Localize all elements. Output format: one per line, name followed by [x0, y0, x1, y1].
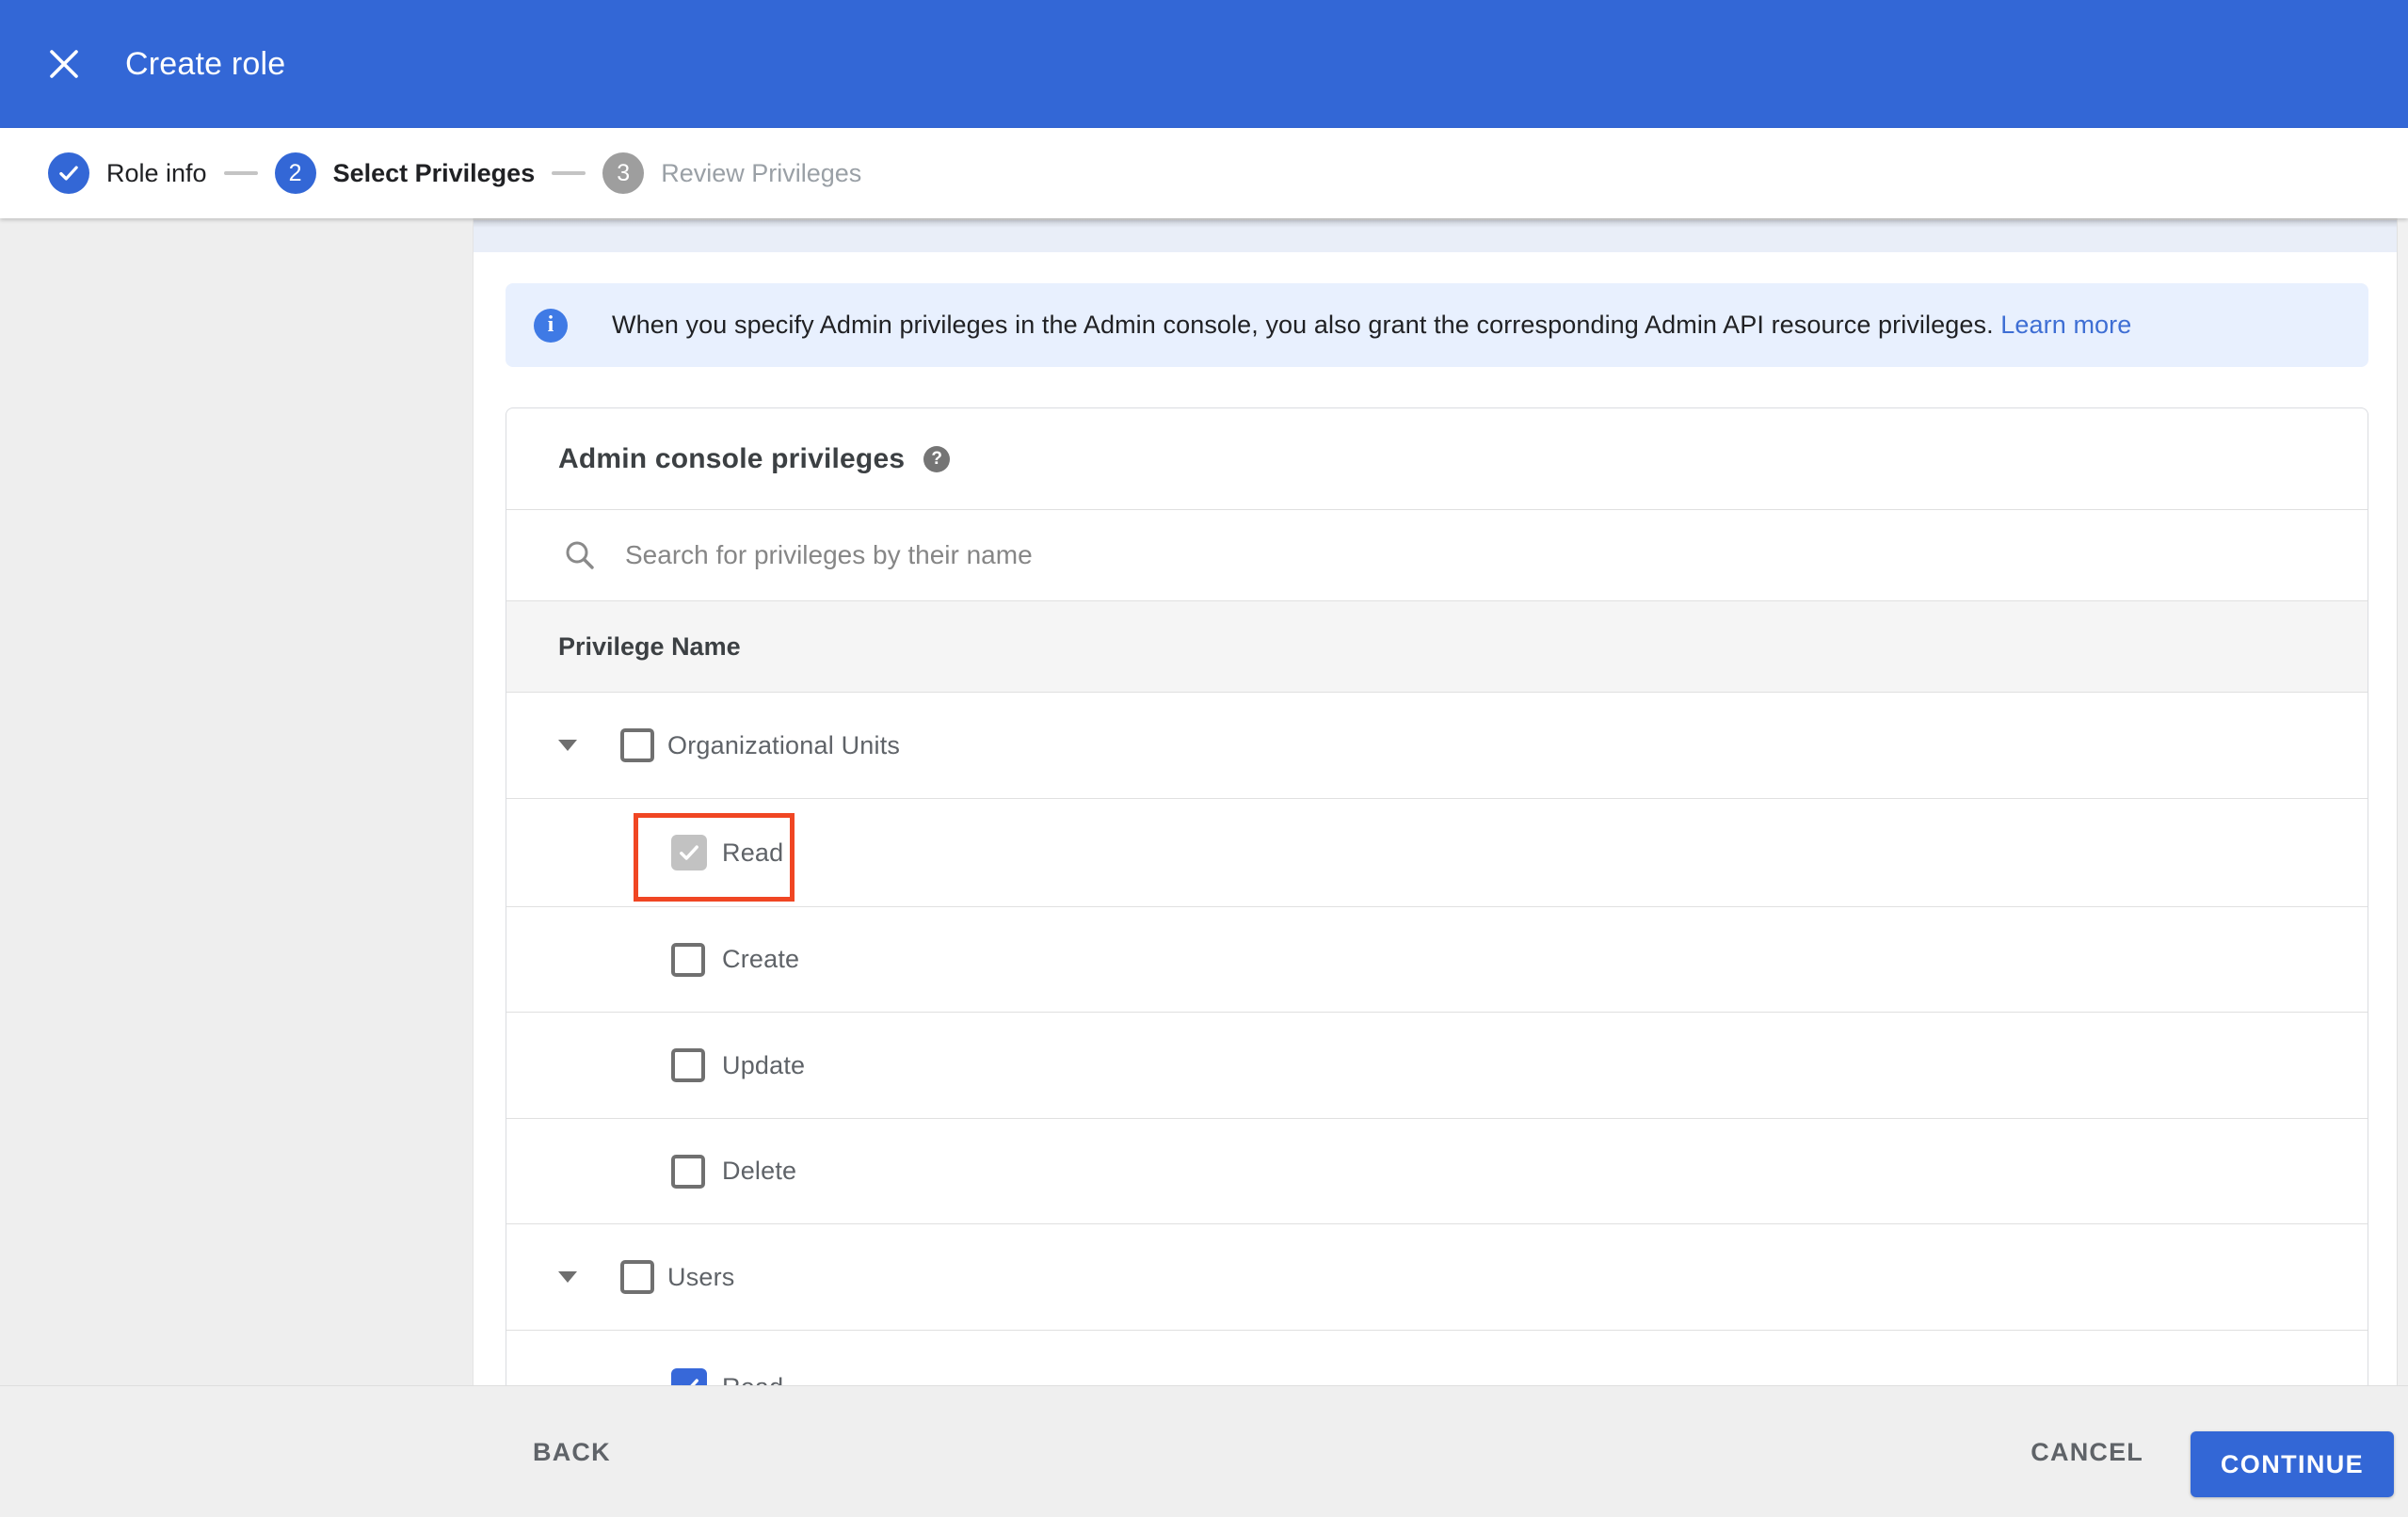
- page-title: Create role: [125, 45, 286, 82]
- card-heading-row: Admin console privileges ?: [506, 408, 2368, 510]
- stepper: Role info 2 Select Privileges 3 Review P…: [0, 128, 2408, 218]
- step3-number: 3: [602, 152, 645, 194]
- step2-label: Select Privileges: [332, 158, 536, 187]
- create-role-dialog: Create role Role info 2 Select Privilege…: [0, 0, 2408, 1517]
- table-row-read: Read: [506, 799, 2368, 907]
- continue-button[interactable]: CONTINUE: [2191, 1431, 2394, 1497]
- checkbox-delete[interactable]: [671, 1154, 705, 1189]
- help-icon[interactable]: ?: [923, 445, 951, 472]
- step-dash: [223, 171, 258, 175]
- privilege-label: Delete: [722, 1157, 797, 1185]
- privilege-label: Update: [722, 1050, 806, 1079]
- card-title: Admin console privileges: [558, 442, 906, 474]
- table-row-update: Update: [506, 1013, 2368, 1119]
- table-row-delete: Delete: [506, 1119, 2368, 1224]
- checkbox-users[interactable]: [620, 1260, 654, 1294]
- main-content: i When you specify Admin privileges in t…: [0, 218, 2408, 1385]
- search-row: [506, 510, 2368, 600]
- scrollbar[interactable]: [2397, 218, 2408, 1385]
- step-select-privileges[interactable]: 2 Select Privileges: [274, 152, 536, 194]
- privilege-label: Organizational Units: [667, 730, 901, 759]
- table-row-read: Read: [506, 1331, 2368, 1385]
- privilege-label: Create: [722, 945, 800, 973]
- info-banner-message: When you specify Admin privileges in the…: [612, 311, 1994, 339]
- info-banner-text: When you specify Admin privileges in the…: [612, 311, 2131, 340]
- privilege-label: Read: [722, 1373, 783, 1385]
- checkbox-read[interactable]: [671, 835, 707, 870]
- close-icon[interactable]: [43, 43, 85, 85]
- step-review-privileges: 3 Review Privileges: [602, 152, 861, 194]
- table-row-create: Create: [506, 907, 2368, 1013]
- checkbox-create[interactable]: [671, 942, 705, 977]
- scroll-shadow: [474, 218, 2397, 228]
- x-glyph: [50, 50, 78, 78]
- learn-more-link[interactable]: Learn more: [2000, 311, 2131, 339]
- cancel-button[interactable]: CANCEL: [2031, 1386, 2143, 1517]
- checkbox-update[interactable]: [671, 1048, 705, 1082]
- table-row-users: Users: [506, 1224, 2368, 1331]
- privilege-label: Users: [667, 1262, 735, 1291]
- step1-label: Role info: [106, 158, 207, 187]
- step2-number: 2: [274, 152, 316, 194]
- expander-arrow-icon[interactable]: [558, 1271, 577, 1283]
- column-header-privilege-name: Privilege Name: [558, 631, 741, 661]
- privilege-table: Organizational Units Read Create Update Dele…: [506, 693, 2368, 1385]
- checkbox-organizational-units[interactable]: [620, 728, 654, 762]
- step-role-info[interactable]: Role info: [48, 152, 207, 194]
- step1-check-icon: [48, 152, 89, 194]
- search-input[interactable]: [625, 540, 2225, 570]
- footer-bar: BACK CANCEL CONTINUE: [0, 1385, 2408, 1517]
- info-banner: i When you specify Admin privileges in t…: [506, 283, 2368, 367]
- checkbox-read[interactable]: [671, 1368, 707, 1385]
- search-icon: [566, 541, 594, 569]
- expander-arrow-icon[interactable]: [558, 740, 577, 751]
- step-dash: [552, 171, 586, 175]
- app-header: Create role: [0, 0, 2408, 128]
- back-button[interactable]: BACK: [533, 1386, 611, 1517]
- step3-label: Review Privileges: [661, 158, 862, 187]
- table-header-row: Privilege Name: [506, 600, 2368, 693]
- left-gutter: [0, 218, 474, 1385]
- privilege-label: Read: [722, 838, 784, 867]
- info-icon: i: [534, 308, 568, 343]
- table-row-organizational-units: Organizational Units: [506, 693, 2368, 799]
- privileges-card: Admin console privileges ? Privilege Nam…: [506, 407, 2368, 1385]
